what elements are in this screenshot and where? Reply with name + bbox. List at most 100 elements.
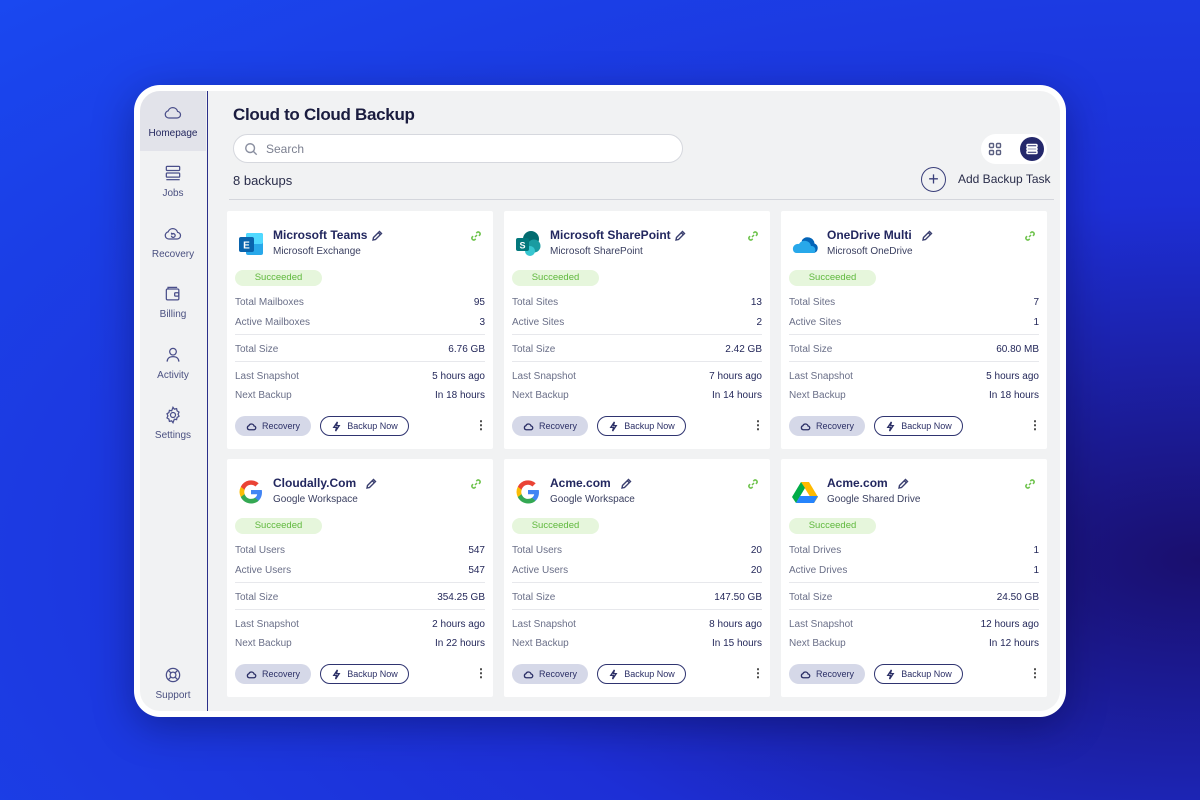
- backup-now-label: Backup Now: [347, 669, 398, 679]
- edit-icon[interactable]: [897, 477, 909, 489]
- stat-label: Total Size: [235, 592, 279, 603]
- svg-text:S: S: [519, 241, 525, 251]
- row-divider: [512, 361, 762, 362]
- cloud-recovery-icon: [246, 669, 262, 680]
- stat-row: Active Drives 1: [789, 565, 1039, 576]
- edit-icon[interactable]: [371, 229, 383, 241]
- lightning-icon: [885, 669, 901, 680]
- stat-label: Total Users: [512, 545, 563, 556]
- sidebar-item-support[interactable]: Support: [140, 653, 206, 711]
- more-options-icon[interactable]: ⋮: [1029, 418, 1041, 434]
- search-bar[interactable]: [233, 134, 683, 163]
- recovery-button[interactable]: Recovery: [235, 416, 311, 436]
- sidebar-item-settings[interactable]: Settings: [140, 393, 206, 453]
- device-frame: Homepage Jobs Recovery Billing Activity …: [134, 85, 1066, 717]
- stat-label: Total Size: [512, 592, 556, 603]
- more-options-icon[interactable]: ⋮: [752, 418, 764, 434]
- cloud-recovery-icon: [246, 421, 262, 432]
- backup-now-button[interactable]: Backup Now: [874, 416, 963, 436]
- google-logo: [514, 478, 542, 506]
- backup-now-button[interactable]: Backup Now: [874, 664, 963, 684]
- recovery-button[interactable]: Recovery: [789, 664, 865, 684]
- wallet-icon: [165, 286, 180, 301]
- sidebar: Homepage Jobs Recovery Billing Activity …: [140, 91, 208, 711]
- sidebar-item-billing[interactable]: Billing: [140, 272, 206, 332]
- service-name: Microsoft OneDrive: [827, 246, 913, 257]
- edit-icon[interactable]: [674, 229, 686, 241]
- sidebar-item-label: Support: [155, 690, 191, 701]
- stat-label: Active Mailboxes: [235, 317, 311, 328]
- size-row: Total Size 2.42 GB: [512, 344, 762, 355]
- grid-view-button[interactable]: [988, 142, 1002, 156]
- backup-now-button[interactable]: Backup Now: [320, 416, 409, 436]
- service-name: Google Shared Drive: [827, 494, 921, 505]
- backup-name[interactable]: Acme.com: [550, 476, 611, 490]
- stat-value: In 22 hours: [434, 638, 485, 649]
- backup-name[interactable]: Cloudally.Com: [273, 476, 356, 490]
- stat-value: 147.50 GB: [714, 592, 762, 603]
- recovery-button[interactable]: Recovery: [789, 416, 865, 436]
- more-options-icon[interactable]: ⋮: [752, 666, 764, 682]
- stat-label: Last Snapshot: [789, 619, 853, 630]
- status-badge: Succeeded: [789, 270, 876, 286]
- stat-label: Last Snapshot: [789, 371, 853, 382]
- stat-label: Next Backup: [789, 390, 846, 401]
- backup-now-label: Backup Now: [901, 421, 952, 431]
- edit-icon[interactable]: [365, 477, 377, 489]
- status-badge: Succeeded: [235, 270, 322, 286]
- cloud-icon: [164, 107, 182, 119]
- more-options-icon[interactable]: ⋮: [1029, 666, 1041, 682]
- stat-label: Total Users: [235, 545, 286, 556]
- cloud-recovery-icon: [523, 421, 539, 432]
- next-backup-row: Next Backup In 22 hours: [235, 638, 485, 649]
- cloud-refresh-icon: [164, 228, 182, 240]
- list-view-button[interactable]: [1020, 137, 1044, 161]
- sidebar-item-activity[interactable]: Activity: [140, 333, 206, 393]
- sidebar-item-label: Settings: [154, 430, 192, 441]
- cloud-recovery-icon: [800, 421, 816, 432]
- stat-value: In 18 hours: [988, 390, 1039, 401]
- recovery-button-label: Recovery: [538, 669, 577, 679]
- link-icon[interactable]: [747, 229, 759, 241]
- status-badge: Succeeded: [235, 518, 322, 534]
- recovery-button-label: Recovery: [815, 421, 854, 431]
- stat-value: 8 hours ago: [709, 619, 762, 630]
- more-options-icon[interactable]: ⋮: [475, 418, 487, 434]
- link-icon[interactable]: [1024, 477, 1036, 489]
- stat-row: Total Sites 13: [512, 297, 762, 308]
- backup-name[interactable]: Microsoft SharePoint: [550, 228, 671, 242]
- next-backup-row: Next Backup In 15 hours: [512, 638, 762, 649]
- stat-value: 12 hours ago: [980, 619, 1039, 630]
- header-divider: [229, 199, 1054, 200]
- sidebar-item-label: Activity: [157, 370, 189, 381]
- add-backup-task-button[interactable]: + Add Backup Task: [921, 166, 1051, 192]
- backup-name[interactable]: Acme.com: [827, 476, 888, 490]
- recovery-button[interactable]: Recovery: [235, 664, 311, 684]
- recovery-button[interactable]: Recovery: [512, 664, 588, 684]
- more-options-icon[interactable]: ⋮: [475, 666, 487, 682]
- link-icon[interactable]: [470, 477, 482, 489]
- stat-value: 2 hours ago: [432, 619, 485, 630]
- backup-name[interactable]: Microsoft Teams: [273, 228, 367, 242]
- sidebar-item-jobs[interactable]: Jobs: [140, 151, 206, 211]
- link-icon[interactable]: [747, 477, 759, 489]
- backup-now-button[interactable]: Backup Now: [597, 416, 686, 436]
- cloud-recovery-icon: [523, 669, 539, 680]
- stat-value: 547: [468, 545, 485, 556]
- sidebar-item-homepage[interactable]: Homepage: [140, 91, 206, 151]
- backup-now-button[interactable]: Backup Now: [320, 664, 409, 684]
- search-input[interactable]: [266, 141, 666, 156]
- google-drive-logo: [791, 478, 819, 506]
- recovery-button[interactable]: Recovery: [512, 416, 588, 436]
- link-icon[interactable]: [470, 229, 482, 241]
- stat-label: Active Sites: [512, 317, 565, 328]
- status-badge: Succeeded: [512, 270, 599, 286]
- sidebar-item-recovery[interactable]: Recovery: [140, 212, 206, 272]
- edit-icon[interactable]: [620, 477, 632, 489]
- backup-name[interactable]: OneDrive Multi: [827, 228, 912, 242]
- link-icon[interactable]: [1024, 229, 1036, 241]
- backup-now-button[interactable]: Backup Now: [597, 664, 686, 684]
- backup-now-label: Backup Now: [624, 669, 675, 679]
- stat-label: Total Size: [789, 344, 833, 355]
- edit-icon[interactable]: [921, 229, 933, 241]
